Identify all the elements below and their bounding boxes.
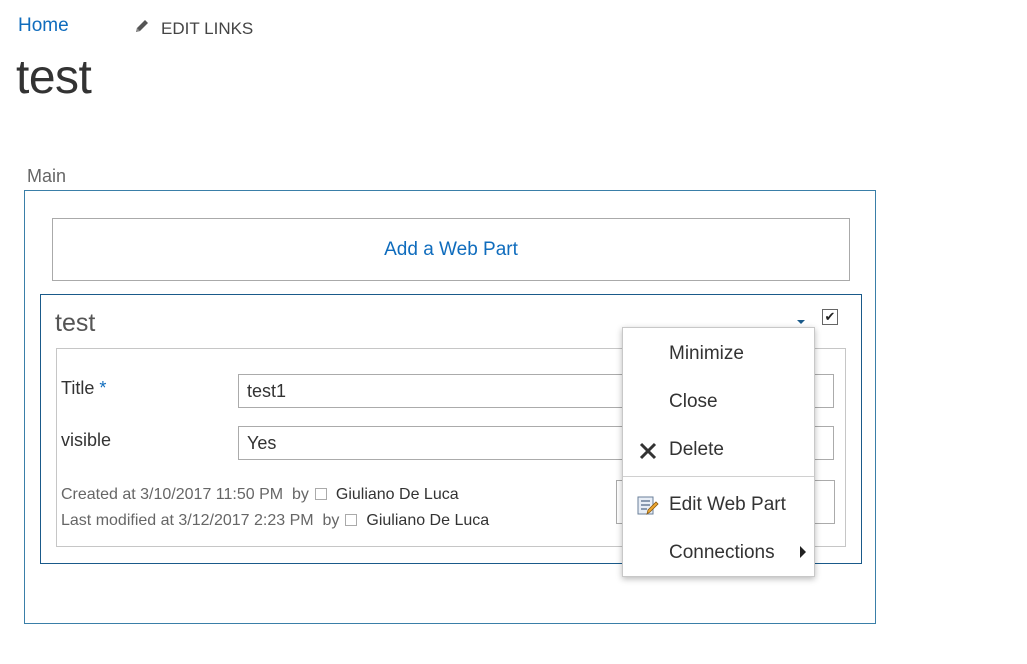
- menu-separator: [623, 476, 814, 477]
- menu-item-edit-webpart[interactable]: Edit Web Part: [623, 485, 814, 525]
- checkmark-icon: ✔: [824, 309, 836, 324]
- field-label-text: Title: [61, 378, 95, 398]
- menu-item-connections[interactable]: Connections: [623, 533, 814, 573]
- submenu-arrow-icon: [800, 546, 806, 558]
- webpart-menu-dropdown[interactable]: [796, 314, 806, 324]
- field-label-text: visible: [61, 430, 112, 450]
- edit-webpart-icon: [637, 495, 659, 517]
- edit-links-label: EDIT LINKS: [161, 18, 254, 38]
- add-webpart-button[interactable]: Add a Web Part: [52, 218, 850, 281]
- menu-item-label: Delete: [669, 439, 724, 460]
- visible-field-value: Yes: [247, 433, 277, 453]
- field-label-title: Title *: [61, 378, 106, 399]
- menu-item-close[interactable]: Close: [623, 382, 814, 422]
- created-by-label: by: [291, 486, 309, 503]
- modified-info: Last modified at 3/12/2017 2:23 PM by Giu…: [61, 512, 489, 530]
- created-by-user[interactable]: Giuliano De Luca: [336, 486, 459, 503]
- modified-by-user[interactable]: Giuliano De Luca: [366, 512, 489, 529]
- menu-item-minimize[interactable]: Minimize: [623, 334, 814, 374]
- created-text: Created at 3/10/2017 11:50 PM: [61, 486, 284, 503]
- add-webpart-label: Add a Web Part: [384, 238, 518, 260]
- modified-text: Last modified at 3/12/2017 2:23 PM: [61, 512, 314, 529]
- pencil-icon: [134, 18, 150, 39]
- webpart-select-checkbox[interactable]: ✔: [822, 309, 838, 325]
- presence-icon: [345, 514, 358, 526]
- page-title: test: [16, 51, 92, 104]
- webpart-context-menu: Minimize Close Delete Edit Web Part Conn…: [622, 327, 815, 577]
- menu-item-delete[interactable]: Delete: [623, 430, 814, 470]
- menu-item-label: Edit Web Part: [669, 494, 786, 515]
- caret-down-icon: [797, 320, 805, 324]
- modified-by-label: by: [322, 512, 340, 529]
- edit-links-button[interactable]: EDIT LINKS: [134, 18, 253, 39]
- delete-x-icon: [637, 440, 659, 462]
- webpart-title: test: [55, 309, 96, 337]
- menu-item-label: Connections: [669, 542, 775, 563]
- menu-item-label: Close: [669, 391, 718, 412]
- created-info: Created at 3/10/2017 11:50 PM by Giuliano…: [61, 486, 459, 504]
- menu-item-label: Minimize: [669, 343, 744, 364]
- title-field-value: test1: [247, 381, 287, 401]
- home-link[interactable]: Home: [18, 15, 69, 37]
- field-label-visible: visible: [61, 430, 111, 451]
- required-marker: *: [99, 378, 107, 398]
- zone-label: Main: [27, 166, 67, 186]
- presence-icon: [314, 488, 327, 500]
